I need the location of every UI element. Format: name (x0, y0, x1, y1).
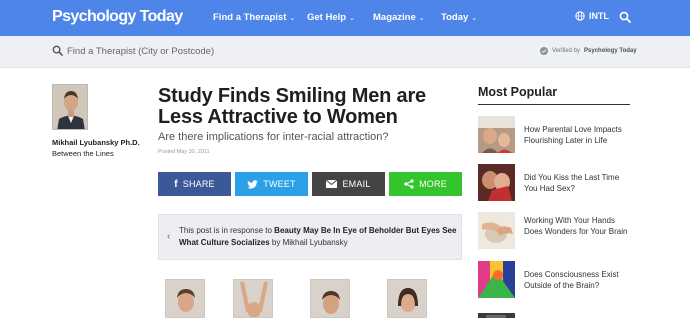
share-icon (404, 179, 414, 189)
article-photo (233, 279, 273, 318)
nav-magazine[interactable]: Magazine ⌄ (373, 12, 425, 23)
share-email-label: EMAIL (342, 179, 371, 189)
most-popular-thumbnail[interactable] (478, 164, 515, 201)
response-suffix: by Mikhail Lyubansky (271, 238, 348, 247)
therapist-search-input[interactable]: Find a Therapist (City or Postcode) (67, 46, 214, 57)
therapist-search-bar: Find a Therapist (City or Postcode) Veri… (0, 36, 690, 68)
most-popular-thumbnail[interactable] (478, 116, 515, 153)
most-popular-heading: Most Popular (478, 85, 558, 99)
nav-today[interactable]: Today ⌄ (441, 12, 477, 23)
header-search-button[interactable] (619, 10, 631, 28)
share-twitter-button[interactable]: TWEET (235, 172, 308, 196)
share-facebook-button[interactable]: f SHARE (158, 172, 231, 196)
response-prefix: This post is in response to (179, 226, 272, 235)
verified-prefix: Verified by (552, 48, 581, 54)
nav-magazine-label: Magazine (373, 12, 416, 23)
top-nav-bar: Psychology Today Find a Therapist ⌄ Get H… (0, 0, 690, 36)
nav-get-help-label: Get Help (307, 12, 347, 23)
nav-find-therapist[interactable]: Find a Therapist ⌄ (213, 12, 295, 23)
intl-label: INTL (589, 11, 609, 21)
article-subtitle: Are there implications for inter-racial … (158, 131, 389, 143)
article-photo (310, 279, 350, 318)
search-icon (52, 45, 63, 56)
most-popular-thumbnail[interactable] (478, 309, 515, 318)
site-logo[interactable]: Psychology Today (52, 8, 183, 26)
author-portrait (53, 85, 87, 129)
share-more-button[interactable]: MORE (389, 172, 462, 196)
share-twitter-label: TWEET (263, 179, 296, 189)
nav-find-therapist-label: Find a Therapist (213, 12, 287, 23)
article-title: Study Finds Smiling Men are Less Attract… (158, 85, 426, 128)
most-popular-link[interactable]: Did You Kiss the Last Time You Had Sex? (524, 172, 634, 194)
globe-icon (575, 11, 585, 21)
article-photo (387, 279, 427, 318)
response-box: ‹ This post is in response to Beauty May… (158, 214, 462, 260)
most-popular-link[interactable]: Does Consciousness Exist Outside of the … (524, 269, 634, 291)
most-popular-thumbnail[interactable] (478, 212, 515, 249)
chevron-down-icon: ⌄ (471, 15, 478, 22)
divider (478, 104, 630, 105)
most-popular-link[interactable]: How Parental Love Impacts Flourishing La… (524, 124, 634, 146)
article-photo (165, 279, 205, 318)
author-name[interactable]: Mikhail Lyubansky Ph.D. (52, 138, 140, 147)
chevron-down-icon: ⌄ (289, 15, 296, 22)
share-facebook-label: SHARE (182, 179, 215, 189)
intl-selector[interactable]: INTL (575, 11, 609, 21)
most-popular-thumbnail[interactable] (478, 261, 515, 298)
twitter-icon (247, 179, 259, 189)
email-icon (326, 180, 338, 188)
chevron-left-icon: ‹ (167, 231, 171, 242)
chevron-down-icon: ⌄ (349, 15, 355, 22)
share-more-label: MORE (419, 179, 447, 189)
verified-badge: Verified by Psychology Today (540, 47, 637, 55)
response-text: This post is in response to Beauty May B… (179, 225, 457, 249)
verified-brand: Psychology Today (584, 48, 637, 54)
author-blog-name[interactable]: Between the Lines (52, 149, 114, 158)
chevron-down-icon: ⌄ (418, 15, 425, 22)
search-icon (619, 11, 631, 23)
check-circle-icon (540, 47, 548, 55)
facebook-icon: f (174, 178, 178, 190)
share-email-button[interactable]: EMAIL (312, 172, 385, 196)
nav-get-help[interactable]: Get Help ⌄ (307, 12, 355, 23)
nav-today-label: Today (441, 12, 469, 23)
most-popular-link[interactable]: Working With Your Hands Does Wonders for… (524, 215, 634, 237)
post-date: Posted May 30, 2011 (158, 149, 210, 155)
author-avatar[interactable] (52, 84, 88, 130)
